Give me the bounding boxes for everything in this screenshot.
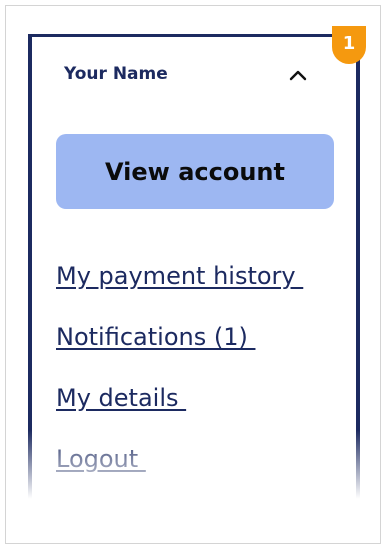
- user-name: Your Name: [64, 64, 168, 84]
- my-details-link[interactable]: My details: [56, 384, 186, 412]
- view-account-button[interactable]: View account: [56, 134, 334, 209]
- chevron-up-icon[interactable]: [288, 67, 308, 83]
- notification-count: 1: [342, 33, 356, 54]
- notifications-link[interactable]: Notifications (1): [56, 323, 255, 351]
- my-payment-history-link[interactable]: My payment history: [56, 262, 303, 290]
- logout-link[interactable]: Logout: [56, 445, 146, 473]
- notification-badge: 1: [332, 26, 366, 64]
